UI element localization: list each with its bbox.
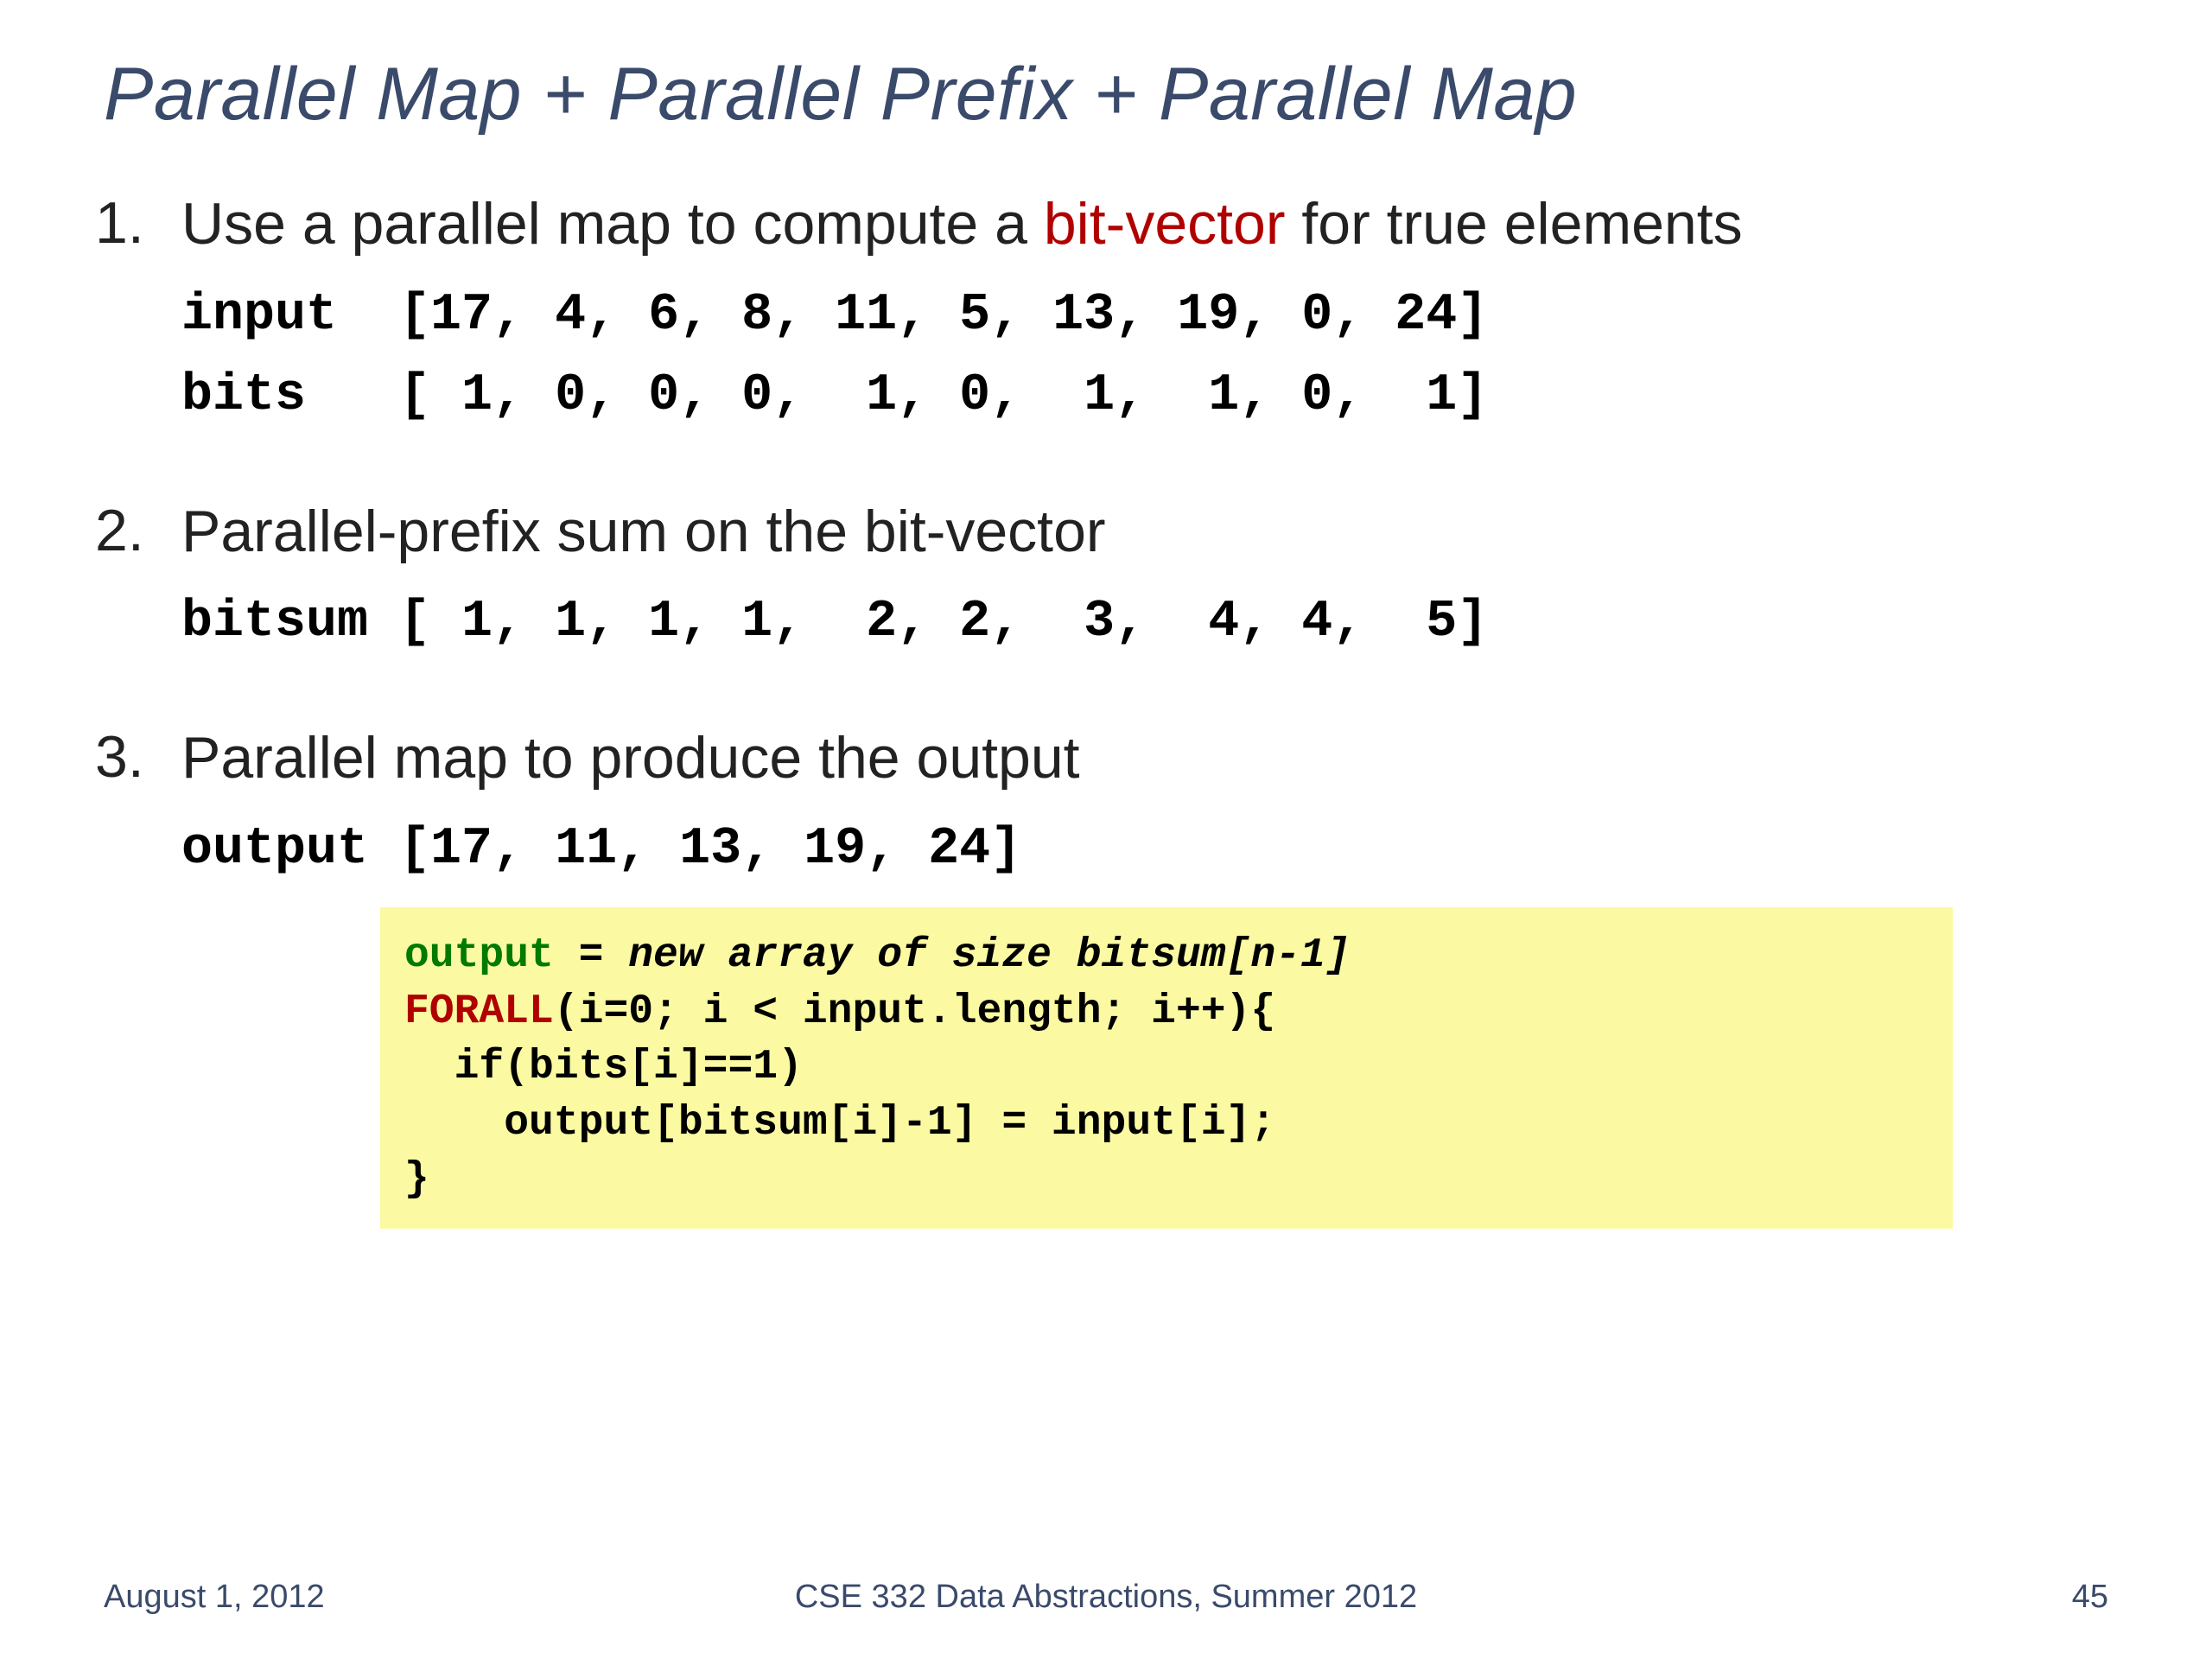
pseudocode-box: output = new array of size bitsum[n-1] F… bbox=[380, 907, 1953, 1229]
bit-vector-highlight: bit-vector bbox=[1044, 191, 1286, 257]
step-1: Use a parallel map to compute a bit-vect… bbox=[104, 189, 2108, 436]
slide-footer: August 1, 2012 CSE 332 Data Abstractions… bbox=[0, 1579, 2212, 1616]
step-1-text: Use a parallel map to compute a bit-vect… bbox=[181, 189, 2108, 260]
code-forall-rest: (i=0; i < input.length; i++){ bbox=[554, 988, 1275, 1035]
step-2-bitsum-array: bitsum [ 1, 1, 1, 1, 2, 2, 3, 4, 4, 5] bbox=[181, 582, 2108, 663]
code-assign-line: output[bitsum[i]-1] = input[i]; bbox=[404, 1100, 1275, 1147]
step-1-input-array: input [17, 4, 6, 8, 11, 5, 13, 19, 0, 24… bbox=[181, 276, 2108, 356]
code-close-brace: } bbox=[404, 1156, 429, 1203]
footer-course: CSE 332 Data Abstractions, Summer 2012 bbox=[0, 1579, 2212, 1616]
steps-list: Use a parallel map to compute a bit-vect… bbox=[104, 189, 2108, 1229]
step-3-output-array: output [17, 11, 13, 19, 24] bbox=[181, 810, 2108, 890]
code-new-array: new array of size bitsum[n-1] bbox=[628, 932, 1350, 979]
step-1-bits-array: bits [ 1, 0, 0, 0, 1, 0, 1, 1, 0, 1] bbox=[181, 356, 2108, 436]
code-eq: = bbox=[554, 932, 628, 979]
step-1-text-before: Use a parallel map to compute a bbox=[181, 191, 1044, 257]
step-3-text: Parallel map to produce the output bbox=[181, 723, 2108, 794]
step-2: Parallel-prefix sum on the bit-vector bi… bbox=[104, 497, 2108, 664]
code-forall-keyword: FORALL bbox=[404, 988, 554, 1035]
step-1-text-after: for true elements bbox=[1286, 191, 1743, 257]
code-output-keyword: output bbox=[404, 932, 554, 979]
slide-title: Parallel Map + Parallel Prefix + Paralle… bbox=[104, 52, 2108, 137]
step-3: Parallel map to produce the output outpu… bbox=[104, 723, 2108, 1229]
slide: Parallel Map + Parallel Prefix + Paralle… bbox=[0, 0, 2212, 1659]
step-2-text: Parallel-prefix sum on the bit-vector bbox=[181, 497, 2108, 568]
code-if-line: if(bits[i]==1) bbox=[404, 1044, 803, 1090]
